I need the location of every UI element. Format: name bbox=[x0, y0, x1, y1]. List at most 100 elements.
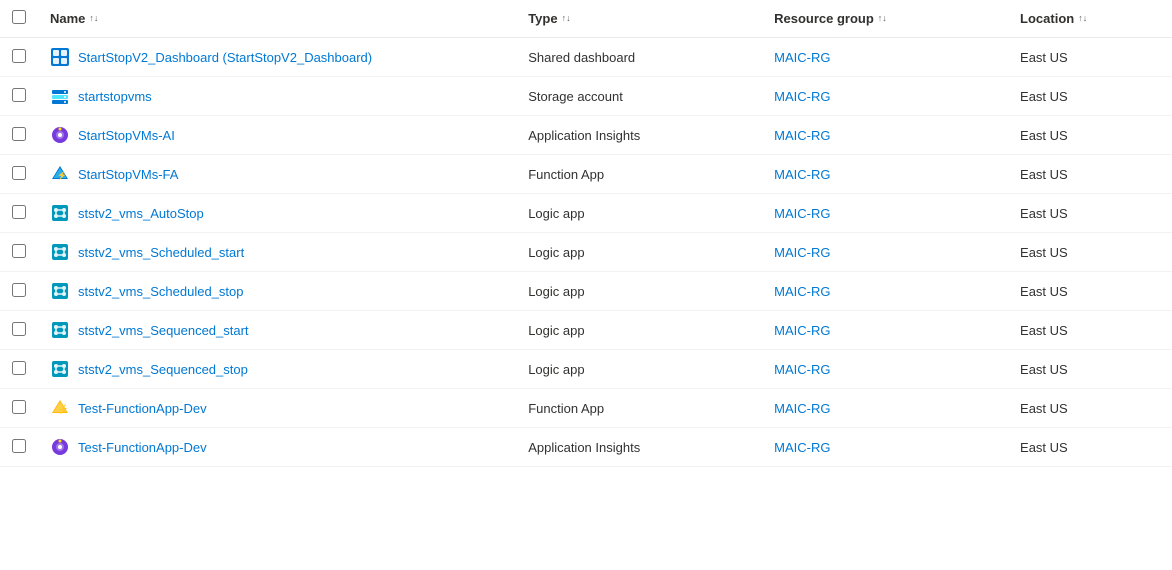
resource-type: Application Insights bbox=[528, 440, 640, 455]
resource-icon bbox=[50, 125, 70, 145]
row-rg-cell: MAIC-RG bbox=[762, 194, 1008, 233]
resource-group-link[interactable]: MAIC-RG bbox=[774, 401, 830, 416]
row-checkbox[interactable] bbox=[12, 166, 26, 180]
row-checkbox[interactable] bbox=[12, 127, 26, 141]
table-row: ststv2_vms_Scheduled_stop Logic app MAIC… bbox=[0, 272, 1172, 311]
row-rg-cell: MAIC-RG bbox=[762, 389, 1008, 428]
rg-column-label: Resource group bbox=[774, 11, 874, 26]
resource-name-link[interactable]: Test-FunctionApp-Dev bbox=[78, 440, 207, 455]
row-checkbox[interactable] bbox=[12, 322, 26, 336]
resource-location: East US bbox=[1020, 128, 1068, 143]
resource-icon bbox=[50, 86, 70, 106]
row-checkbox[interactable] bbox=[12, 49, 26, 63]
row-name-cell: ⚡ StartStopVMs-FA bbox=[38, 155, 516, 194]
row-checkbox[interactable] bbox=[12, 361, 26, 375]
row-rg-cell: MAIC-RG bbox=[762, 116, 1008, 155]
resource-name-link[interactable]: Test-FunctionApp-Dev bbox=[78, 401, 207, 416]
row-checkbox-cell bbox=[0, 38, 38, 77]
row-type-cell: Application Insights bbox=[516, 116, 762, 155]
svg-text:⚡: ⚡ bbox=[57, 170, 67, 180]
row-type-cell: Function App bbox=[516, 389, 762, 428]
rg-sort-icon[interactable]: ↑↓ bbox=[878, 14, 887, 23]
resource-group-link[interactable]: MAIC-RG bbox=[774, 323, 830, 338]
resource-name-link[interactable]: ststv2_vms_Sequenced_stop bbox=[78, 362, 248, 377]
table-body: StartStopV2_Dashboard (StartStopV2_Dashb… bbox=[0, 38, 1172, 467]
row-rg-cell: MAIC-RG bbox=[762, 272, 1008, 311]
row-name-cell: ststv2_vms_Scheduled_start bbox=[38, 233, 516, 272]
row-name-cell: startstopvms bbox=[38, 77, 516, 116]
row-checkbox[interactable] bbox=[12, 439, 26, 453]
row-type-cell: Logic app bbox=[516, 350, 762, 389]
name-sort-icon[interactable]: ↑↓ bbox=[89, 14, 98, 23]
resource-group-link[interactable]: MAIC-RG bbox=[774, 440, 830, 455]
resource-type: Logic app bbox=[528, 362, 584, 377]
resource-group-link[interactable]: MAIC-RG bbox=[774, 50, 830, 65]
row-checkbox-cell bbox=[0, 350, 38, 389]
row-checkbox-cell bbox=[0, 233, 38, 272]
row-rg-cell: MAIC-RG bbox=[762, 233, 1008, 272]
table-row: ⚡ Test-FunctionApp-Dev Function App MAIC… bbox=[0, 389, 1172, 428]
resource-location: East US bbox=[1020, 89, 1068, 104]
row-name-cell: ⚡ Test-FunctionApp-Dev bbox=[38, 389, 516, 428]
row-checkbox[interactable] bbox=[12, 88, 26, 102]
row-name-cell: ststv2_vms_AutoStop bbox=[38, 194, 516, 233]
resource-group-link[interactable]: MAIC-RG bbox=[774, 362, 830, 377]
table-row: ststv2_vms_AutoStop Logic app MAIC-RG Ea… bbox=[0, 194, 1172, 233]
type-sort-icon[interactable]: ↑↓ bbox=[562, 14, 571, 23]
select-all-checkbox[interactable] bbox=[12, 10, 26, 24]
column-header-name[interactable]: Name ↑↓ bbox=[38, 0, 516, 38]
row-checkbox[interactable] bbox=[12, 244, 26, 258]
resource-name-link[interactable]: ststv2_vms_Sequenced_start bbox=[78, 323, 249, 338]
column-header-resource-group[interactable]: Resource group ↑↓ bbox=[762, 0, 1008, 38]
row-rg-cell: MAIC-RG bbox=[762, 311, 1008, 350]
location-sort-icon[interactable]: ↑↓ bbox=[1078, 14, 1087, 23]
row-rg-cell: MAIC-RG bbox=[762, 38, 1008, 77]
row-location-cell: East US bbox=[1008, 155, 1172, 194]
row-location-cell: East US bbox=[1008, 116, 1172, 155]
select-all-header bbox=[0, 0, 38, 38]
resource-group-link[interactable]: MAIC-RG bbox=[774, 206, 830, 221]
row-checkbox-cell bbox=[0, 272, 38, 311]
row-checkbox-cell bbox=[0, 116, 38, 155]
resource-type: Logic app bbox=[528, 323, 584, 338]
resource-name-link[interactable]: startstopvms bbox=[78, 89, 152, 104]
row-rg-cell: MAIC-RG bbox=[762, 428, 1008, 467]
resource-name-link[interactable]: StartStopVMs-FA bbox=[78, 167, 178, 182]
row-checkbox-cell bbox=[0, 194, 38, 233]
table-row: ⚡ StartStopVMs-FA Function App MAIC-RG E… bbox=[0, 155, 1172, 194]
resource-name-link[interactable]: ststv2_vms_AutoStop bbox=[78, 206, 204, 221]
row-checkbox[interactable] bbox=[12, 205, 26, 219]
row-checkbox[interactable] bbox=[12, 283, 26, 297]
resource-name-link[interactable]: ststv2_vms_Scheduled_stop bbox=[78, 284, 243, 299]
row-checkbox-cell bbox=[0, 311, 38, 350]
resource-name-link[interactable]: StartStopV2_Dashboard (StartStopV2_Dashb… bbox=[78, 50, 372, 65]
row-checkbox[interactable] bbox=[12, 400, 26, 414]
resource-location: East US bbox=[1020, 167, 1068, 182]
row-type-cell: Logic app bbox=[516, 194, 762, 233]
resource-type: Logic app bbox=[528, 284, 584, 299]
row-type-cell: Application Insights bbox=[516, 428, 762, 467]
resource-type: Function App bbox=[528, 401, 604, 416]
resource-location: East US bbox=[1020, 284, 1068, 299]
resource-icon bbox=[50, 359, 70, 379]
resource-type: Application Insights bbox=[528, 128, 640, 143]
resource-group-link[interactable]: MAIC-RG bbox=[774, 284, 830, 299]
resource-group-link[interactable]: MAIC-RG bbox=[774, 128, 830, 143]
resource-group-link[interactable]: MAIC-RG bbox=[774, 245, 830, 260]
row-name-cell: StartStopVMs-AI bbox=[38, 116, 516, 155]
type-column-label: Type bbox=[528, 11, 557, 26]
row-location-cell: East US bbox=[1008, 77, 1172, 116]
resource-icon bbox=[50, 203, 70, 223]
resource-name-link[interactable]: ststv2_vms_Scheduled_start bbox=[78, 245, 244, 260]
row-name-cell: StartStopV2_Dashboard (StartStopV2_Dashb… bbox=[38, 38, 516, 77]
table-row: Test-FunctionApp-Dev Application Insight… bbox=[0, 428, 1172, 467]
resource-group-link[interactable]: MAIC-RG bbox=[774, 89, 830, 104]
resource-name-link[interactable]: StartStopVMs-AI bbox=[78, 128, 175, 143]
column-header-type[interactable]: Type ↑↓ bbox=[516, 0, 762, 38]
column-header-location[interactable]: Location ↑↓ bbox=[1008, 0, 1172, 38]
row-location-cell: East US bbox=[1008, 389, 1172, 428]
resource-location: East US bbox=[1020, 440, 1068, 455]
resource-group-link[interactable]: MAIC-RG bbox=[774, 167, 830, 182]
table-row: ststv2_vms_Sequenced_start Logic app MAI… bbox=[0, 311, 1172, 350]
row-checkbox-cell bbox=[0, 155, 38, 194]
